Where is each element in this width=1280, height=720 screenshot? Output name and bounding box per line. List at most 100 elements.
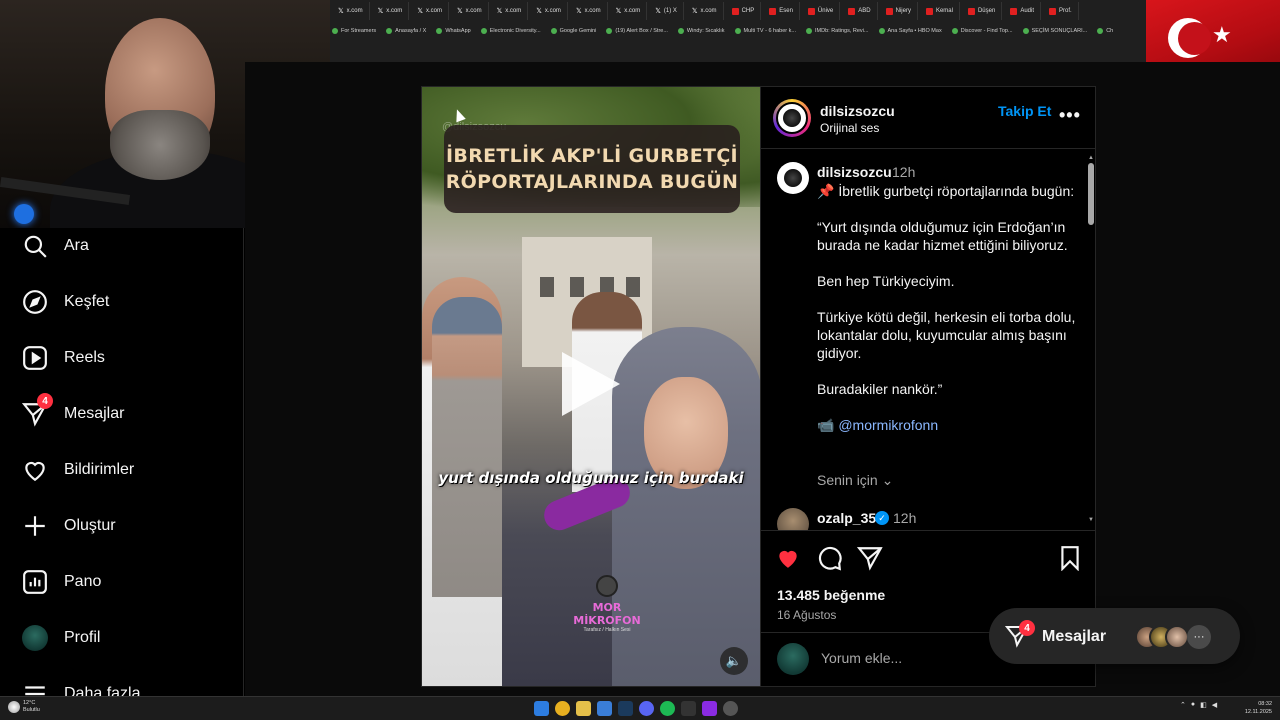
bookmark-item[interactable]: Ana Sayfa • HBO Max <box>878 28 942 34</box>
bookmark-item[interactable]: For Streamers <box>332 28 376 34</box>
sidebar-item-messages[interactable]: 4 Mesajlar <box>21 393 124 428</box>
sidebar-item-label: Ara <box>64 237 89 254</box>
x-icon: 𝕏 <box>456 8 463 15</box>
tab-label: Prof. <box>1059 8 1072 14</box>
system-tray[interactable]: ⌃ ● ◧ ◀ <box>1180 701 1217 709</box>
news-icon <box>769 7 777 15</box>
browser-tab[interactable]: 𝕏x.com <box>332 2 370 20</box>
folder-icon[interactable] <box>576 701 591 716</box>
sidebar-item-label: Oluştur <box>64 517 116 534</box>
browser-tab[interactable]: Audit <box>1004 2 1041 20</box>
network-icon[interactable]: ◧ <box>1200 701 1207 709</box>
volume-icon[interactable]: ◀ <box>1212 701 1217 709</box>
discord-icon[interactable] <box>639 701 654 716</box>
sidebar-item-dashboard[interactable]: Pano <box>22 568 101 596</box>
caption-username[interactable]: dilsizsozcu <box>817 164 892 180</box>
browser-tab[interactable]: Kemal <box>920 2 960 20</box>
weather-widget[interactable]: 12°C Bulutlu <box>8 700 40 714</box>
browser-tab[interactable]: Esen <box>763 2 800 20</box>
browser-tab[interactable]: 𝕏x.com <box>570 2 608 20</box>
browser-tab[interactable]: 𝕏x.com <box>686 2 724 20</box>
browser-tab[interactable]: Nijery <box>880 2 918 20</box>
bookmark-item[interactable]: Google Gemini <box>550 28 596 34</box>
scrollbar-thumb[interactable] <box>1088 163 1094 225</box>
news-icon <box>885 7 893 15</box>
scroll-down-arrow[interactable]: ▼ <box>1088 517 1094 523</box>
caption-avatar[interactable] <box>777 162 809 194</box>
browser-tab[interactable]: 𝕏x.com <box>451 2 489 20</box>
chevron-up-icon[interactable]: ⌃ <box>1180 701 1186 709</box>
bookmark-item[interactable]: (19) Alert Box / Stre... <box>606 28 668 34</box>
news-icon <box>1049 7 1056 15</box>
share-icon[interactable] <box>857 545 883 571</box>
sidebar-item-explore[interactable]: Keşfet <box>22 288 109 316</box>
browser-tab[interactable]: 𝕏x.com <box>610 2 648 20</box>
news-icon <box>1010 7 1018 15</box>
like-count[interactable]: 13.485 beğenme <box>777 587 885 603</box>
sidebar-item-notifications[interactable]: Bildirimler <box>22 456 134 484</box>
play-icon[interactable] <box>562 352 620 416</box>
browser-tab[interactable]: 𝕏x.com <box>411 2 449 20</box>
scrollbar[interactable]: ▲ ▼ <box>1088 155 1094 527</box>
reel-video[interactable]: @dilsizsozcu İBRETLİK AKP'Lİ GURBETÇİ RÖ… <box>422 87 760 686</box>
edge-icon[interactable] <box>597 701 612 716</box>
search-icon <box>24 235 47 258</box>
scroll-up-arrow[interactable]: ▲ <box>1088 155 1094 161</box>
bookmark-icon[interactable] <box>1057 545 1083 571</box>
sidebar-item-reels[interactable]: Reels <box>22 344 105 372</box>
browser-tab[interactable]: ABD <box>842 2 878 20</box>
browser-tab[interactable]: CHP <box>726 2 762 20</box>
obs-icon[interactable] <box>723 701 738 716</box>
kick-icon[interactable] <box>702 701 717 716</box>
comment-username[interactable]: ozalp_35 <box>817 510 876 526</box>
mention-link[interactable]: @mormikrofonn <box>838 417 938 433</box>
author-username[interactable]: dilsizsozcu <box>820 103 895 119</box>
messages-pill[interactable]: 4 Mesajlar ··· <box>989 608 1240 664</box>
heart-icon <box>25 461 45 482</box>
comments-list[interactable]: dilsizsozcu 12h 📌 İbretlik gurbetçi röpo… <box>761 150 1096 530</box>
bookmark-item[interactable]: Anasayfa / X <box>386 28 426 34</box>
bookmark-item[interactable]: Multi TV - 6 haber k... <box>734 28 796 34</box>
browser-tab[interactable]: Prof. <box>1043 2 1079 20</box>
epic-icon[interactable] <box>681 701 696 716</box>
bookmark-item[interactable]: Discover - Find Top... <box>951 28 1013 34</box>
post-date: 16 Ağustos <box>777 608 837 622</box>
sidebar-item-label: Profil <box>64 629 101 646</box>
spotify-icon[interactable] <box>660 701 675 716</box>
follow-button[interactable]: Takip Et <box>998 103 1051 119</box>
bookmark-item[interactable]: Electronic Diversity... <box>480 28 541 34</box>
browser-tab[interactable]: 𝕏x.com <box>372 2 410 20</box>
bookmark-item[interactable]: SEÇİM SONUÇLARI... <box>1022 28 1087 34</box>
bookmark-item[interactable]: WhatsApp <box>436 28 471 34</box>
steam-icon[interactable] <box>618 701 633 716</box>
bookmark-item[interactable]: IMDb: Ratings, Revi... <box>806 28 869 34</box>
microphone-light <box>14 204 34 224</box>
more-options-button[interactable]: ••• <box>1059 105 1081 126</box>
bookmark-item[interactable]: Windy: Sıcaklık <box>677 28 725 34</box>
browser-tab[interactable]: Ünive <box>802 2 841 20</box>
chrome-icon[interactable] <box>555 701 570 716</box>
author-avatar[interactable] <box>773 99 811 137</box>
sidebar-item-create[interactable]: Oluştur <box>22 512 116 540</box>
bookmark-item[interactable]: Ch <box>1097 28 1113 34</box>
comment-input[interactable]: Yorum ekle... <box>821 650 902 666</box>
sound-toggle-button[interactable]: 🔈 <box>720 647 748 675</box>
tab-label: Ünive <box>817 8 834 14</box>
browser-tab[interactable]: 𝕏x.com <box>530 2 568 20</box>
comment-icon[interactable] <box>817 545 843 571</box>
browser-tab[interactable]: 𝕏 (1) X <box>649 2 684 20</box>
bookmark-icon <box>606 28 613 34</box>
mic-icon[interactable]: ● <box>1191 701 1195 709</box>
clock[interactable]: 08:32 12.11.2025 <box>1240 700 1272 716</box>
sidebar-item-search[interactable]: Ara <box>22 232 89 260</box>
like-heart-icon[interactable] <box>775 545 801 571</box>
headline-line-1: İBRETLİK AKP'Lİ GURBETÇİ <box>446 145 738 167</box>
comment-avatar[interactable] <box>777 508 809 530</box>
for-you-toggle[interactable]: Senin için ⌄ <box>817 472 893 489</box>
sidebar-item-profile[interactable]: Profil <box>22 624 100 652</box>
audio-label[interactable]: Orijinal ses <box>820 121 879 135</box>
browser-tab[interactable]: Düşen <box>962 2 1003 20</box>
start-icon[interactable] <box>534 701 549 716</box>
cloud-icon <box>8 701 20 713</box>
browser-tab[interactable]: 𝕏x.com <box>491 2 529 20</box>
